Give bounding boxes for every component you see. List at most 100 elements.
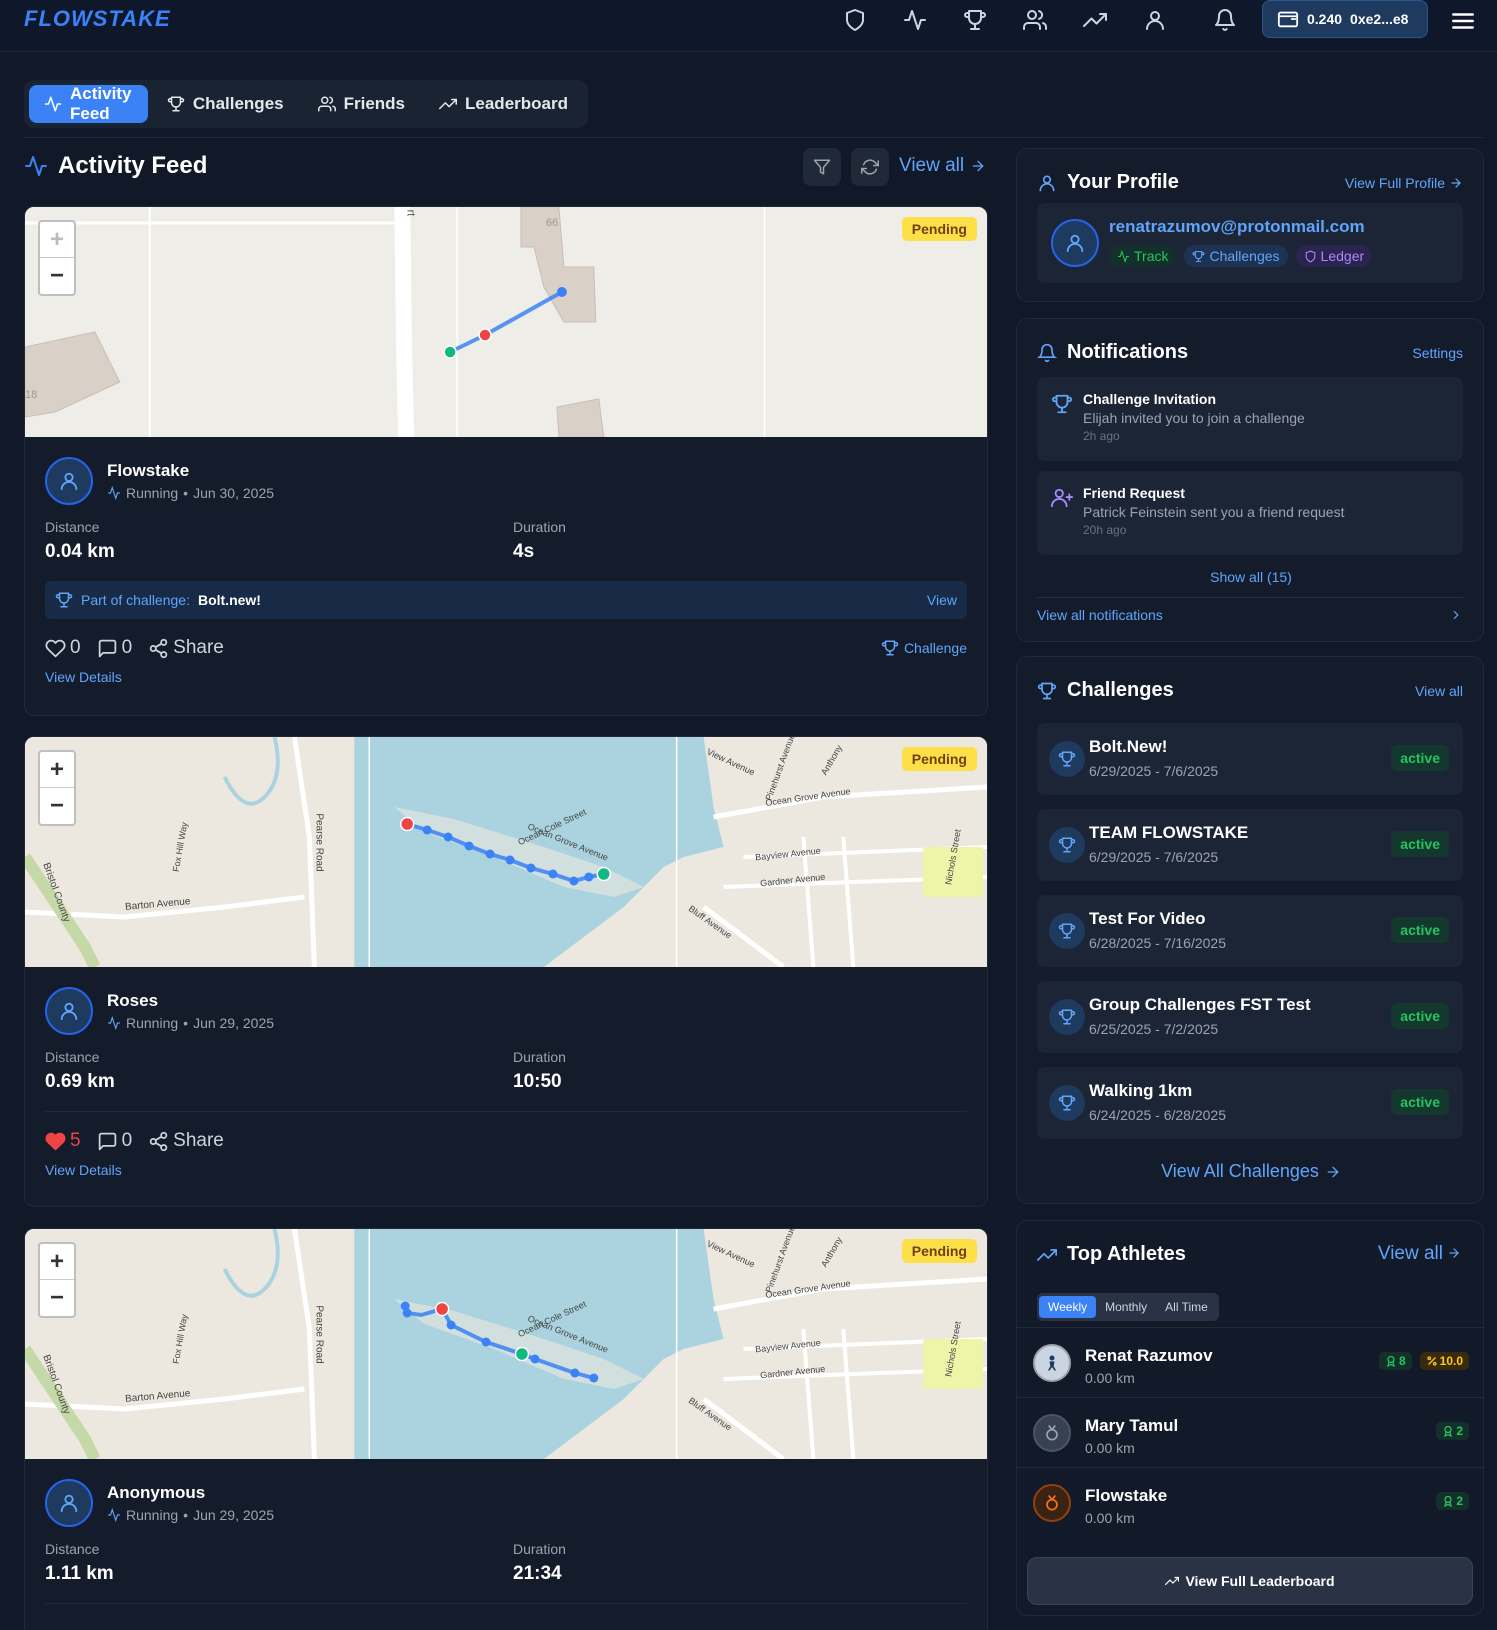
activity-user[interactable]: Flowstake (107, 461, 274, 481)
zoom-out-button[interactable]: − (40, 258, 74, 294)
zoom-in-button[interactable]: + (40, 222, 74, 258)
comment-button[interactable]: 0 (97, 637, 132, 659)
avatar[interactable] (45, 1479, 93, 1527)
athlete-row[interactable]: Mary Tamul 0.00 km 2 (1017, 1397, 1485, 1469)
athlete-row[interactable]: Flowstake 0.00 km 2 (1017, 1467, 1485, 1539)
zoom-in-button[interactable]: + (40, 1244, 74, 1280)
activity-icon (44, 95, 62, 113)
challenge-item[interactable]: Walking 1km 6/24/2025 - 6/28/2025 active (1037, 1067, 1463, 1139)
trophy-icon (1049, 827, 1085, 863)
share-button[interactable]: Share (148, 1130, 224, 1152)
view-full-leaderboard-button[interactable]: View Full Leaderboard (1027, 1557, 1473, 1605)
athlete-distance: 0.00 km (1085, 1370, 1135, 1386)
filter-button[interactable] (803, 148, 841, 186)
refresh-icon (861, 158, 879, 176)
view-full-profile-link[interactable]: View Full Profile (1345, 175, 1463, 191)
period-all-time[interactable]: All Time (1156, 1296, 1217, 1318)
view-details-link[interactable]: View Details (45, 669, 967, 685)
avatar[interactable] (45, 987, 93, 1035)
route-map[interactable]: 66 18 rt + − Pending (25, 207, 987, 437)
period-weekly[interactable]: Weekly (1039, 1296, 1097, 1318)
activity-user[interactable]: Roses (107, 991, 274, 1011)
challenge-item[interactable]: Bolt.New! 6/29/2025 - 7/6/2025 active (1037, 723, 1463, 795)
trophy-icon (1051, 393, 1073, 415)
tab-friends[interactable]: Friends (303, 85, 420, 123)
view-all-label: View all (899, 155, 965, 176)
track-pill[interactable]: Track (1109, 245, 1177, 267)
avatar[interactable] (45, 457, 93, 505)
show-all-notifications[interactable]: Show all (15) (1017, 569, 1485, 585)
challenge-button[interactable]: Challenge (881, 639, 967, 657)
period-monthly[interactable]: Monthly (1096, 1296, 1156, 1318)
challenge-dates: 6/29/2025 - 7/6/2025 (1089, 849, 1219, 865)
share-button[interactable]: Share (148, 637, 224, 659)
user-icon[interactable] (1143, 8, 1167, 32)
athletes-heading: Top Athletes (1037, 1243, 1186, 1266)
like-count: 0 (70, 637, 81, 658)
zoom-in-button[interactable]: + (40, 752, 74, 788)
notification-time: 2h ago (1083, 429, 1120, 443)
trending-up-icon[interactable] (1083, 8, 1107, 32)
tab-label: Activity Feed (70, 84, 132, 123)
activity-icon (1117, 249, 1130, 263)
map-label: 66 (546, 217, 559, 229)
profile-email[interactable]: renatrazumov@protonmail.com (1109, 217, 1365, 237)
notification-text: Patrick Feinstein sent you a friend requ… (1083, 504, 1345, 520)
refresh-button[interactable] (851, 148, 889, 186)
athlete-row[interactable]: Renat Razumov 0.00 km 8 10.0 (1017, 1327, 1485, 1399)
challenge-view-link[interactable]: View (927, 592, 957, 608)
activity-date: Jun 29, 2025 (193, 1507, 275, 1523)
tab-challenges[interactable]: Challenges (152, 85, 299, 123)
athletes-view-all-link[interactable]: View all (1378, 1243, 1463, 1265)
avatar[interactable] (1051, 219, 1099, 267)
runner-photo-icon (1042, 1353, 1062, 1373)
challenge-item[interactable]: Group Challenges FST Test 6/25/2025 - 7/… (1037, 981, 1463, 1053)
brand-logo[interactable]: FLOWSTAKE (24, 6, 171, 32)
bell-icon[interactable] (1213, 8, 1237, 32)
distance-value: 0.69 km (45, 1071, 115, 1092)
feed-view-all-link[interactable]: View all (899, 155, 986, 177)
activity-user[interactable]: Anonymous (107, 1483, 274, 1503)
wallet-button[interactable]: 0.240 0xe2...e8 (1262, 0, 1428, 38)
challenge-item[interactable]: TEAM FLOWSTAKE 6/29/2025 - 7/6/2025 acti… (1037, 809, 1463, 881)
ledger-pill[interactable]: Ledger (1295, 245, 1373, 267)
notification-settings-link[interactable]: Settings (1412, 345, 1463, 361)
route-map[interactable]: Ocean Cole Street Ocean Grove Avenue Bay… (25, 737, 987, 967)
status-badge: active (1391, 917, 1449, 943)
tab-activity-feed[interactable]: Activity Feed (29, 84, 148, 123)
view-all-challenges-link[interactable]: View All Challenges (1017, 1161, 1485, 1182)
trophy-icon (167, 95, 185, 113)
like-button[interactable]: 5 (45, 1130, 81, 1152)
trending-up-icon (1165, 1574, 1180, 1588)
challenge-dates: 6/24/2025 - 6/28/2025 (1089, 1107, 1227, 1123)
medal-icon (1042, 1493, 1062, 1513)
view-details-link[interactable]: View Details (45, 1162, 967, 1178)
trending-up-icon (439, 95, 458, 113)
zoom-out-button[interactable]: − (40, 788, 74, 824)
notification-item[interactable]: Friend Request Patrick Feinstein sent yo… (1037, 471, 1463, 555)
status-badge: Pending (901, 217, 977, 241)
medal-icon (1385, 1355, 1397, 1367)
users-icon[interactable] (1023, 8, 1047, 32)
comment-button[interactable]: 0 (97, 1130, 132, 1152)
route-map[interactable]: Ocean Cole Street Ocean Grove Avenue Bay… (25, 1229, 987, 1459)
notifications-title: Notifications (1067, 341, 1189, 363)
tab-leaderboard[interactable]: Leaderboard (424, 85, 583, 123)
shield-icon[interactable] (843, 8, 867, 32)
activity-icon (107, 1016, 121, 1030)
challenge-item[interactable]: Test For Video 6/28/2025 - 7/16/2025 act… (1037, 895, 1463, 967)
challenges-view-all-link[interactable]: View all (1415, 683, 1463, 699)
challenges-pill[interactable]: Challenges (1184, 245, 1288, 267)
menu-icon[interactable] (1450, 8, 1476, 34)
activity-icon[interactable] (903, 8, 927, 32)
chevron-right-icon (1449, 608, 1463, 622)
zoom-out-button[interactable]: − (40, 1280, 74, 1316)
route-points (422, 825, 594, 886)
notification-item[interactable]: Challenge Invitation Elijah invited you … (1037, 377, 1463, 461)
challenge-prefix: Part of challenge: (81, 592, 190, 608)
trophy-icon[interactable] (963, 8, 987, 32)
view-all-notifications-link[interactable]: View all notifications (1037, 607, 1463, 623)
heart-icon (45, 638, 66, 659)
challenges-heading: Challenges (1037, 679, 1174, 702)
like-button[interactable]: 0 (45, 637, 81, 659)
